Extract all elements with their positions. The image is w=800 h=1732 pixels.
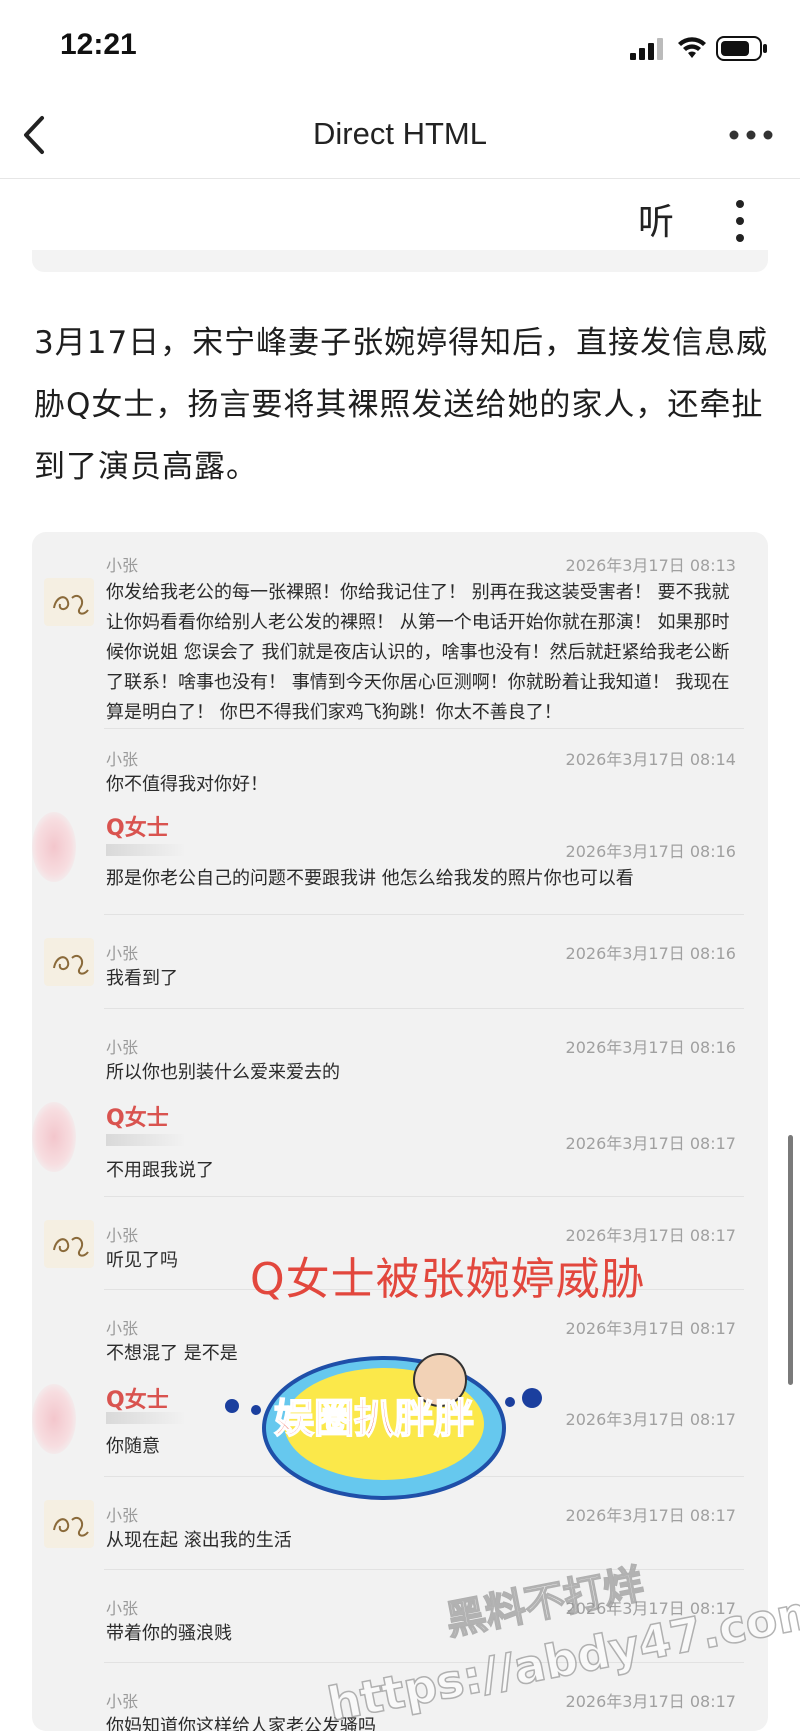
blurred-name bbox=[106, 1134, 186, 1146]
message-sender: Q女士 bbox=[106, 816, 169, 841]
status-bar: 12:21 bbox=[0, 0, 800, 92]
message-sender: 小张 bbox=[106, 1226, 139, 1245]
cellular-signal-icon bbox=[630, 38, 663, 60]
logo-text: 娱圈扒胖胖 bbox=[274, 1396, 474, 1442]
watermark: 黑料不打烊 https://abdy47.com bbox=[323, 1540, 800, 1732]
page-title: Direct HTML bbox=[313, 116, 487, 151]
chat-message: 小张 2026年3月17日 08:16 所以你也别装什么爱来爱去的 bbox=[32, 1008, 768, 1098]
vertical-more-icon[interactable] bbox=[730, 199, 750, 243]
message-time: 2026年3月17日 08:17 bbox=[565, 1134, 736, 1153]
message-text: 所以你也别装什么爱来爱去的 bbox=[106, 1062, 340, 1083]
message-sender: 小张 bbox=[106, 1692, 139, 1711]
blurred-avatar bbox=[32, 812, 76, 882]
more-options-icon[interactable] bbox=[728, 122, 774, 148]
chat-message: Q女士 2026年3月17日 08:16 那是你老公自己的问题不要跟我讲 他怎么… bbox=[32, 800, 768, 910]
chat-message: 小张 2026年3月17日 08:16 我看到了 bbox=[32, 914, 768, 1004]
message-text: 你不值得我对你好！ bbox=[106, 774, 268, 795]
message-sender: 小张 bbox=[106, 750, 139, 769]
nav-bar: Direct HTML bbox=[0, 92, 800, 179]
message-sender: 小张 bbox=[106, 944, 139, 963]
article-paragraph: 3月17日，宋宁峰妻子张婉婷得知后，直接发信息威胁Q女士，扬言要将其裸照发送给她… bbox=[34, 325, 769, 485]
message-time: 2026年3月17日 08:17 bbox=[565, 1410, 736, 1429]
message-sender: 小张 bbox=[106, 1506, 139, 1525]
divider bbox=[104, 728, 744, 729]
message-sender: 小张 bbox=[106, 1038, 139, 1057]
message-text: 不用跟我说了 bbox=[106, 1160, 214, 1181]
message-time: 2026年3月17日 08:16 bbox=[565, 944, 736, 963]
channel-logo: 娱圈扒胖胖 bbox=[225, 1353, 542, 1500]
message-time: 2026年3月17日 08:17 bbox=[565, 1319, 736, 1338]
divider bbox=[104, 1008, 744, 1009]
listen-button[interactable]: 听 bbox=[638, 193, 674, 245]
message-sender: Q女士 bbox=[106, 1106, 169, 1131]
message-time: 2026年3月17日 08:17 bbox=[565, 1506, 736, 1525]
message-text: 我看到了 bbox=[106, 968, 178, 989]
divider bbox=[104, 1196, 744, 1197]
message-time: 2026年3月17日 08:16 bbox=[565, 1038, 736, 1057]
chat-message: Q女士 2026年3月17日 08:17 不用跟我说了 bbox=[32, 1092, 768, 1202]
scrollbar[interactable] bbox=[788, 1135, 793, 1385]
article-toolbar: 听 bbox=[0, 179, 800, 261]
blurred-name bbox=[106, 1412, 186, 1424]
message-text: 你发给我老公的每一张裸照！你给我记住了！ 别再在我这装受害者！ 要不我就让你妈看… bbox=[106, 582, 730, 723]
status-time: 12:21 bbox=[60, 28, 137, 61]
wifi-icon bbox=[678, 37, 706, 58]
chat-message: 小张 2026年3月17日 08:13 你发给我老公的每一张裸照！你给我记住了！… bbox=[32, 552, 768, 723]
message-text: 那是你老公自己的问题不要跟我讲 他怎么给我发的照片你也可以看 bbox=[106, 868, 634, 889]
battery-icon bbox=[716, 36, 767, 61]
message-sender: 小张 bbox=[106, 1599, 139, 1618]
user-avatar bbox=[44, 1220, 94, 1268]
blurred-avatar bbox=[32, 1384, 76, 1454]
divider bbox=[104, 914, 744, 915]
overlay-caption: Q女士被张婉婷威胁 bbox=[250, 1254, 646, 1305]
user-avatar bbox=[44, 938, 94, 986]
user-avatar bbox=[44, 1500, 94, 1548]
previous-image-edge bbox=[32, 250, 768, 272]
blurred-name bbox=[106, 844, 186, 856]
message-time: 2026年3月17日 08:13 bbox=[565, 556, 736, 575]
message-sender: 小张 bbox=[106, 556, 139, 575]
message-sender: 小张 bbox=[106, 1319, 139, 1338]
blurred-avatar bbox=[32, 1102, 76, 1172]
chat-message: 小张 2026年3月17日 08:14 你不值得我对你好！ bbox=[32, 728, 768, 798]
message-time: 2026年3月17日 08:16 bbox=[565, 842, 736, 861]
user-avatar bbox=[44, 578, 94, 626]
message-time: 2026年3月17日 08:14 bbox=[565, 750, 736, 769]
message-sender: Q女士 bbox=[106, 1388, 169, 1413]
